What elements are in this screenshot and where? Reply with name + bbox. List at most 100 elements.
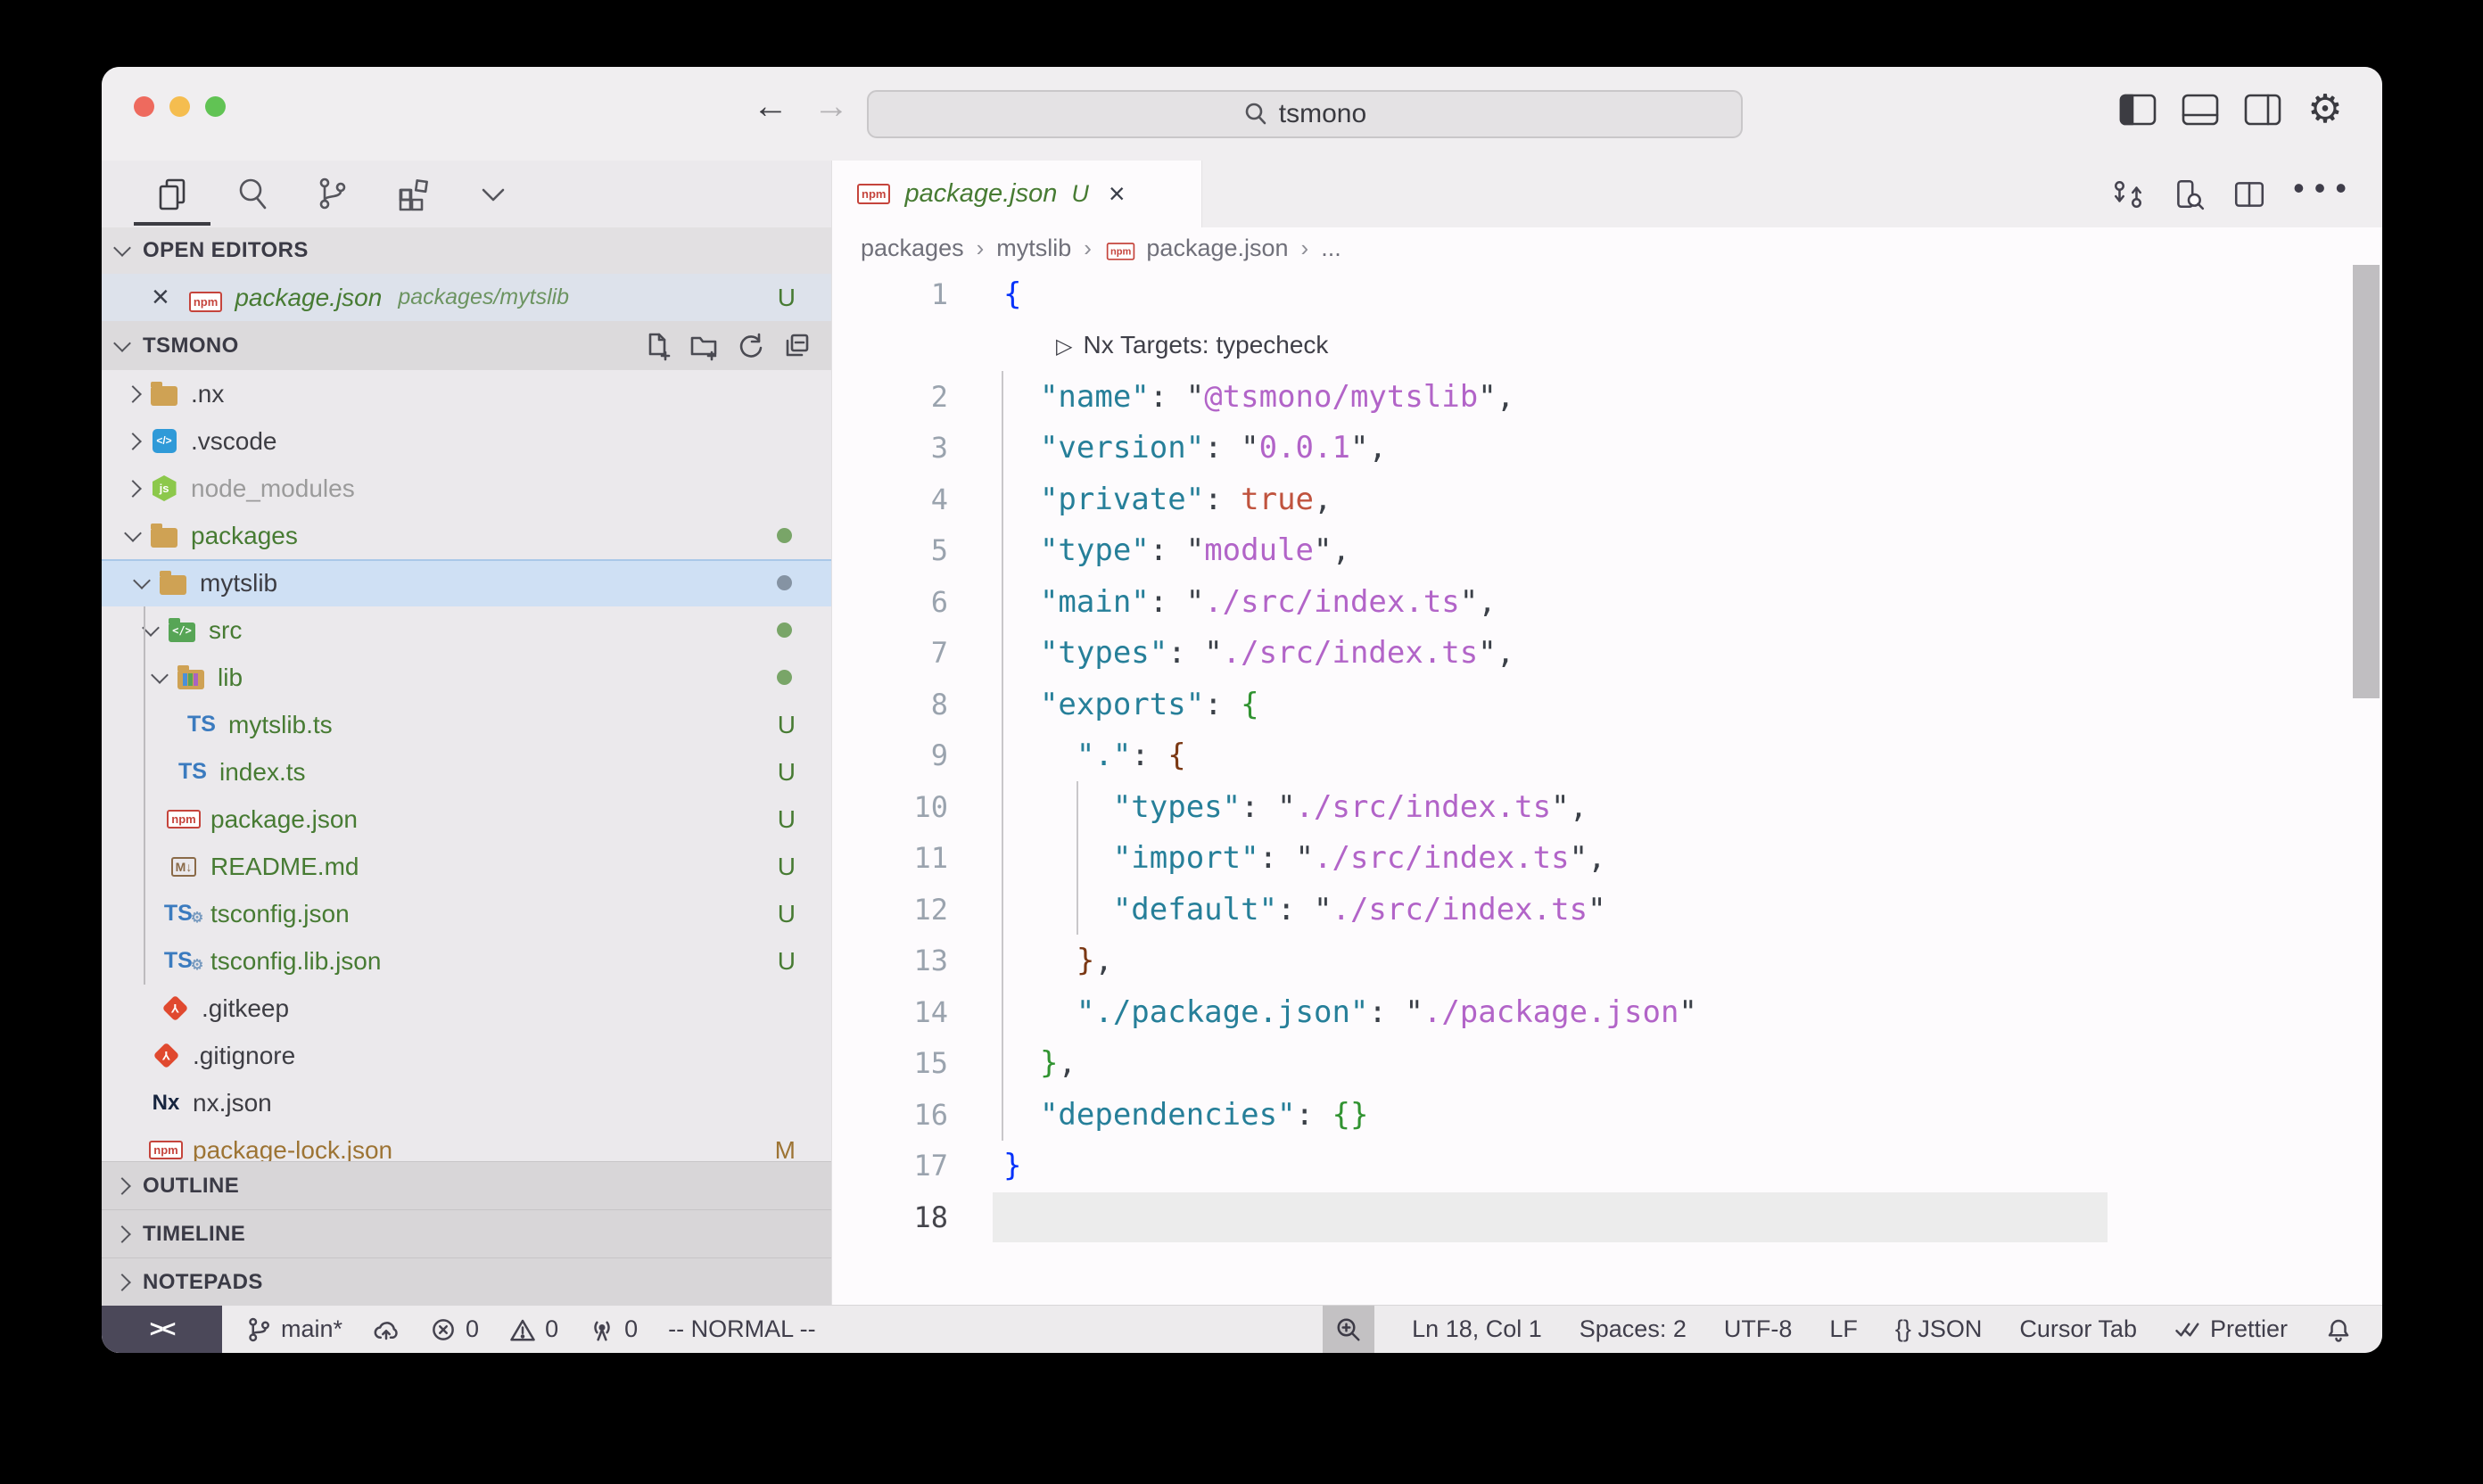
code-line-3[interactable]: 3 "version": "0.0.1",	[832, 423, 2382, 474]
history-forward-icon[interactable]: →	[813, 87, 849, 127]
minimize-window-button[interactable]	[169, 96, 190, 117]
section-timeline[interactable]: TIMELINE	[102, 1209, 831, 1257]
code-line-15[interactable]: 15 },	[832, 1038, 2382, 1090]
breadcrumb-item[interactable]: ...	[1321, 235, 1341, 262]
remote-indicator[interactable]: ><	[102, 1306, 222, 1353]
tree-item-label: mytslib.ts	[228, 711, 333, 739]
open-changes-icon[interactable]	[2111, 177, 2145, 211]
code-line-2[interactable]: 2 "name": "@tsmono/mytslib",	[832, 371, 2382, 423]
breadcrumb-item[interactable]: npmpackage.json	[1104, 235, 1289, 262]
status-item-broadcast[interactable]: 0	[589, 1315, 638, 1343]
layout-sidebar-left-icon[interactable]	[2116, 88, 2159, 131]
tree-item-src[interactable]: src	[102, 606, 831, 654]
tree-item-package-json[interactable]: npmpackage.jsonU	[102, 796, 831, 843]
tree-item-node-modules[interactable]: jsnode_modules	[102, 465, 831, 512]
tree-item-nx-json[interactable]: Nxnx.json	[102, 1079, 831, 1126]
layout-sidebar-right-icon[interactable]	[2241, 88, 2284, 131]
chevron-down-icon[interactable]	[473, 174, 514, 215]
layout-panel-icon[interactable]	[2179, 88, 2222, 131]
close-window-button[interactable]	[134, 96, 154, 117]
explorer-icon[interactable]	[152, 174, 193, 215]
search-editor-icon[interactable]	[2172, 177, 2206, 211]
status-item-branch[interactable]: main*	[245, 1315, 342, 1343]
tree-item-readme-md[interactable]: M↓README.mdU	[102, 843, 831, 890]
run-icon[interactable]: ▷	[1056, 334, 1072, 359]
codelens-nx-targets[interactable]: ▷Nx Targets: typecheck	[832, 320, 2382, 372]
git-file-icon: Y	[150, 1046, 182, 1065]
tab-package-json[interactable]: npm package.json U ×	[832, 161, 1202, 227]
search-icon[interactable]	[232, 174, 273, 215]
extensions-icon[interactable]	[392, 174, 433, 215]
tree-item-tsconfig-json[interactable]: TS⚙tsconfig.jsonU	[102, 890, 831, 937]
tree-item-tsconfig-lib-json[interactable]: TS⚙tsconfig.lib.jsonU	[102, 937, 831, 985]
code-line-4[interactable]: 4 "private": true,	[832, 474, 2382, 525]
chevron-right-icon	[124, 480, 142, 498]
project-section-header[interactable]: TSMONO	[102, 321, 831, 370]
tree-item--vscode[interactable]: </>.vscode	[102, 417, 831, 465]
status-item-prettier[interactable]: Prettier	[2174, 1315, 2288, 1343]
split-editor-icon[interactable]	[2232, 177, 2266, 211]
status-item-ln-18-col-1[interactable]: Ln 18, Col 1	[1412, 1315, 1542, 1343]
new-file-icon[interactable]	[642, 331, 672, 361]
tab-git-badge: U	[1071, 180, 1089, 208]
tree-item-mytslib-ts[interactable]: TSmytslib.tsU	[102, 701, 831, 748]
tree-item-packages[interactable]: packages	[102, 512, 831, 559]
refresh-icon[interactable]	[735, 331, 765, 361]
node-file-icon: js	[148, 475, 180, 501]
status-item-utf-8[interactable]: UTF-8	[1724, 1315, 1793, 1343]
chevron-down-icon	[113, 334, 131, 352]
code-line-11[interactable]: 11 "import": "./src/index.ts",	[832, 833, 2382, 885]
code-line-6[interactable]: 6 "main": "./src/index.ts",	[832, 576, 2382, 628]
tree-item-index-ts[interactable]: TSindex.tsU	[102, 748, 831, 796]
tree-item--nx[interactable]: .nx	[102, 370, 831, 417]
status-item-lf[interactable]: LF	[1829, 1315, 1858, 1343]
section-notepads[interactable]: NOTEPADS	[102, 1257, 831, 1306]
history-back-icon[interactable]: ←	[753, 87, 788, 127]
code-line-8[interactable]: 8 "exports": {	[832, 679, 2382, 730]
status-item-spaces-2[interactable]: Spaces: 2	[1580, 1315, 1687, 1343]
tree-item-lib[interactable]: lib	[102, 654, 831, 701]
source-control-icon[interactable]	[312, 174, 353, 215]
status-item-bell[interactable]	[2325, 1316, 2352, 1343]
code-line-17[interactable]: 17}	[832, 1141, 2382, 1192]
code-line-13[interactable]: 13 },	[832, 936, 2382, 987]
code-line-9[interactable]: 9 ".": {	[832, 730, 2382, 782]
code-line-10[interactable]: 10 "types": "./src/index.ts",	[832, 781, 2382, 833]
section-outline[interactable]: OUTLINE	[102, 1161, 831, 1209]
breadcrumb-item[interactable]: mytslib	[996, 235, 1071, 262]
chevron-down-icon	[124, 524, 142, 542]
status-item-cursor-tab[interactable]: Cursor Tab	[2019, 1315, 2137, 1343]
command-center-search[interactable]: tsmono	[867, 90, 1743, 138]
status-item--json[interactable]: {} JSON	[1895, 1315, 1983, 1343]
breadcrumb: packages›mytslib›npmpackage.json›...	[832, 227, 2382, 268]
status-item-cloud-upload[interactable]	[373, 1316, 400, 1343]
code-line-7[interactable]: 7 "types": "./src/index.ts",	[832, 628, 2382, 680]
collapse-all-icon[interactable]	[781, 331, 812, 361]
zoom-button[interactable]	[1323, 1306, 1374, 1353]
zoom-window-button[interactable]	[205, 96, 226, 117]
open-editor-entry[interactable]: × npm package.json packages/mytslib U	[102, 274, 831, 321]
settings-gear-icon[interactable]: ⚙	[2304, 88, 2347, 131]
close-editor-icon[interactable]: ×	[152, 280, 169, 315]
close-tab-icon[interactable]: ×	[1109, 177, 1126, 210]
code-line-16[interactable]: 16 "dependencies": {}	[832, 1089, 2382, 1141]
git-status-badge: U	[778, 900, 796, 928]
tree-item-mytslib[interactable]: mytslib	[102, 559, 831, 606]
tree-item--gitignore[interactable]: Y.gitignore	[102, 1032, 831, 1079]
code-editor[interactable]: 1{▷Nx Targets: typecheck2 "name": "@tsmo…	[832, 268, 2382, 1243]
code-line-5[interactable]: 5 "type": "module",	[832, 525, 2382, 577]
editor-scrollbar[interactable]	[2353, 265, 2380, 698]
code-line-1[interactable]: 1{	[832, 268, 2382, 320]
new-folder-icon[interactable]	[689, 331, 719, 361]
line-number: 6	[832, 585, 948, 619]
status-item-error[interactable]: 0	[430, 1315, 479, 1343]
tree-item--gitkeep[interactable]: Y.gitkeep	[102, 985, 831, 1032]
status-item--normal-[interactable]: -- NORMAL --	[668, 1315, 815, 1343]
status-item-warning[interactable]: 0	[509, 1315, 558, 1343]
code-line-12[interactable]: 12 "default": "./src/index.ts"	[832, 884, 2382, 936]
open-editors-header[interactable]: OPEN EDITORS	[102, 227, 831, 274]
breadcrumb-item[interactable]: packages	[861, 235, 964, 262]
more-actions-icon[interactable]: • • •	[2293, 188, 2350, 201]
code-line-14[interactable]: 14 "./package.json": "./package.json"	[832, 986, 2382, 1038]
code-line-18[interactable]: 18	[832, 1191, 2382, 1243]
